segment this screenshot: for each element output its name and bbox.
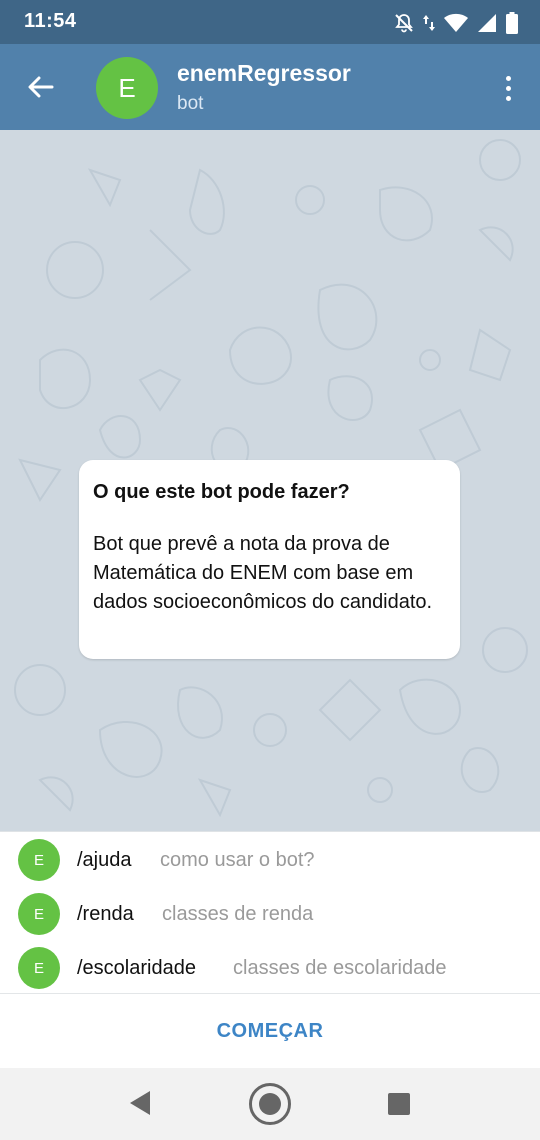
command-name: /ajuda — [77, 848, 132, 871]
arrow-left-icon — [28, 76, 54, 98]
cell-signal-icon — [478, 14, 496, 32]
nav-home-button[interactable] — [249, 1083, 291, 1125]
bot-info-card: O que este bot pode fazer? Bot que prevê… — [79, 460, 460, 659]
status-time: 11:54 — [24, 10, 77, 32]
system-nav-bar — [0, 1068, 540, 1140]
more-vertical-icon — [505, 75, 511, 81]
command-row-escolaridade[interactable]: E /escolaridade classes de escolaridade — [0, 941, 540, 995]
command-avatar: E — [18, 839, 60, 881]
notifications-off-icon — [395, 14, 413, 33]
chat-header: E enemRegressor bot — [0, 44, 540, 130]
start-bar: COMEÇAR — [0, 993, 540, 1068]
command-avatar: E — [18, 947, 60, 989]
chat-subtitle: bot — [177, 93, 204, 114]
back-button[interactable] — [20, 66, 62, 108]
command-description: classes de renda — [162, 902, 314, 925]
more-options-button[interactable] — [498, 68, 518, 108]
command-name: /renda — [77, 902, 134, 925]
wifi-icon — [444, 13, 468, 32]
bot-commands-list: E /ajuda como usar o bot? E /renda class… — [0, 831, 540, 993]
chat-area[interactable]: O que este bot pode fazer? Bot que prevê… — [0, 130, 540, 831]
nav-back-icon[interactable] — [128, 1090, 152, 1116]
command-description: como usar o bot? — [160, 848, 315, 871]
bot-info-description: Bot que prevê a nota da prova de Matemát… — [93, 533, 433, 613]
status-icons — [394, 12, 518, 34]
command-description: classes de escolaridade — [233, 956, 447, 979]
bot-info-title: O que este bot pode fazer? — [93, 481, 350, 503]
command-avatar: E — [18, 893, 60, 935]
status-bar: 11:54 — [0, 0, 540, 44]
command-row-renda[interactable]: E /renda classes de renda — [0, 887, 540, 941]
bot-avatar[interactable]: E — [96, 57, 158, 119]
command-name: /escolaridade — [77, 956, 196, 979]
home-icon — [259, 1093, 281, 1115]
nav-recents-icon[interactable] — [388, 1093, 410, 1115]
data-arrows-icon — [423, 15, 435, 31]
chat-title[interactable]: enemRegressor — [177, 60, 351, 87]
command-row-ajuda[interactable]: E /ajuda como usar o bot? — [0, 833, 540, 887]
battery-icon — [506, 12, 518, 34]
start-button[interactable]: COMEÇAR — [217, 1020, 324, 1043]
